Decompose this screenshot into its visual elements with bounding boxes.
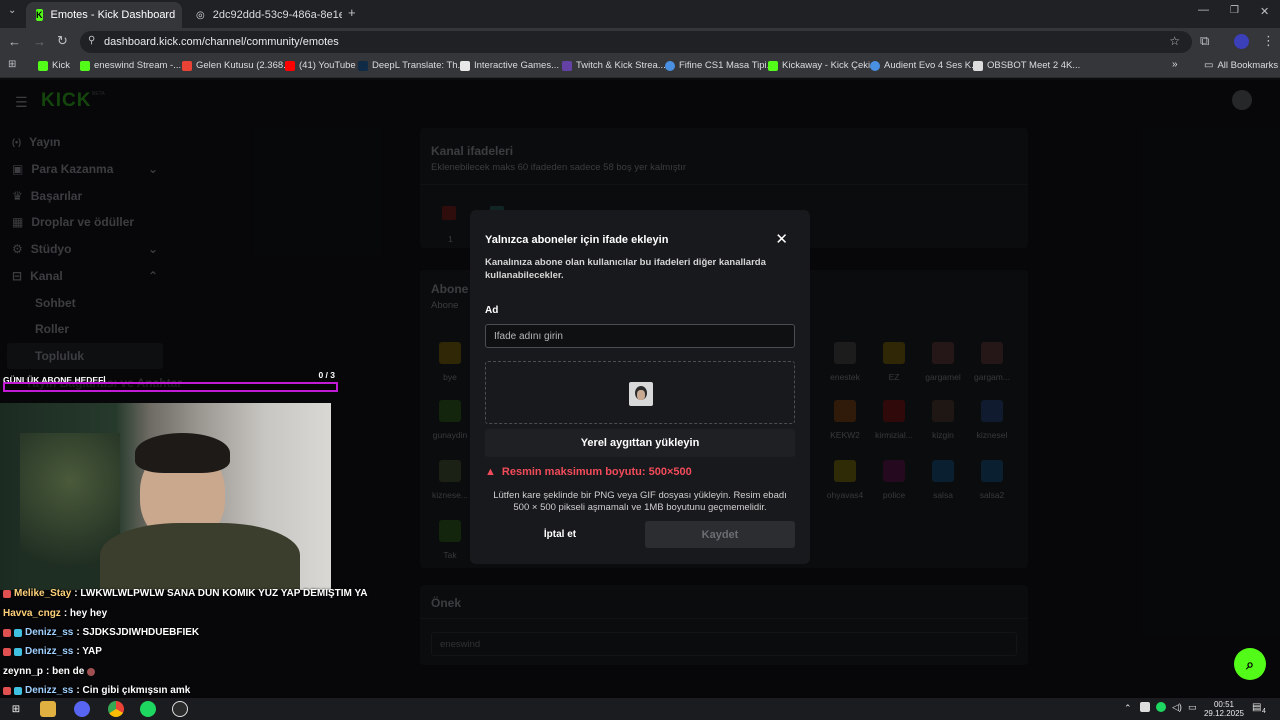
more-bookmarks-icon[interactable]: » [1172,59,1178,70]
deepl-icon [358,60,368,71]
reload-icon[interactable]: ↻ [57,33,68,49]
clock-time[interactable]: 00:51 [1206,700,1242,709]
chat-message: Havva_cngz: hey hey [3,608,108,619]
emote-preview-image [629,382,653,406]
chat-message: Melike_Stay: LWKWLWLPWLW SANA DUN KOMIK … [3,588,367,599]
gmail-icon [182,60,192,71]
tab-search-icon[interactable]: ⌄ [8,5,16,16]
warning-icon: ▲ [485,466,496,478]
kick-icon [768,60,778,71]
streamer-hoodie [100,523,300,590]
error-message: ▲ Resmin maksimum boyutu: 500×500 [485,466,692,478]
tab-title: Emotes - Kick Dashboard [50,9,176,21]
network-icon[interactable]: ▭ [1188,702,1197,713]
all-bookmarks[interactable]: ▭ All Bookmarks [1204,60,1278,71]
upload-local-button[interactable]: Yerel aygıttan yükleyin [485,429,795,457]
globe-icon: ◎ [196,9,205,21]
file-explorer-icon[interactable] [40,701,56,717]
chat-message: Denizz_ss: SJDKSJDIWHDUEBFIEK [3,627,199,638]
obsbot-icon [973,60,983,71]
new-tab-icon[interactable]: + [348,5,356,20]
webcam-feed [0,403,331,590]
support-chat-icon[interactable]: ⌕ [1234,648,1266,680]
bookmark-item[interactable]: Kick [38,60,70,71]
address-bar-row: ← → ↻ ⚲ dashboard.kick.com/channel/commu… [0,28,1280,56]
bookmark-item[interactable]: OBSBOT Meet 2 4K... [973,60,1080,71]
twitch-icon [562,60,572,71]
windows-taskbar: ⊞ ⌃ ◁) ▭ 00:51 29.12.2025 ▤ 4 [0,698,1280,720]
games-icon [460,60,470,71]
bookmark-item[interactable]: Fifine CS1 Masa Tipi... [665,60,775,71]
window-close-icon[interactable]: ✕ [1260,5,1269,18]
add-emote-modal: Yalnızca aboneler için ifade ekleyin ✕ K… [470,210,810,564]
kick-icon [38,60,48,71]
goal-progress-bar [3,382,338,392]
name-label: Ad [485,305,499,316]
windows-start-icon[interactable]: ⊞ [8,701,24,717]
modal-description: Kanalınıza abone olan kullanıcılar bu if… [485,257,766,281]
streamer-hair [135,433,230,473]
tab-uuid[interactable]: ◎ 2dc92ddd-53c9-486a-8e1e-22... ✕ [186,2,342,28]
bookmark-item[interactable]: DeepL Translate: Th... [358,60,465,71]
chrome-icon[interactable] [108,701,124,717]
save-button[interactable]: Kaydet [645,521,795,548]
tab-title: 2dc92ddd-53c9-486a-8e1e-22... [212,9,342,21]
back-icon[interactable]: ← [8,34,21,49]
bookmark-star-icon[interactable]: ☆ [1169,34,1180,48]
image-dropzone[interactable] [485,361,795,424]
notification-count: 4 [1262,708,1266,715]
cancel-button[interactable]: İptal et [485,521,635,548]
minimize-icon[interactable]: — [1198,4,1209,16]
tray-discord-icon[interactable] [1140,702,1150,712]
youtube-icon [285,60,295,71]
bookmark-item[interactable]: (41) YouTube [285,60,356,71]
spotify-icon[interactable] [140,701,156,717]
url-text: dashboard.kick.com/channel/community/emo… [104,36,339,48]
tray-spotify-icon[interactable] [1156,702,1166,712]
chat-message: Denizz_ss: Cin gibi çıkmışsın amk [3,685,190,696]
close-icon[interactable]: ✕ [775,230,788,248]
apps-grid-icon[interactable]: ⊞ [8,59,16,70]
tray-chevron-icon[interactable]: ⌃ [1124,703,1132,714]
notification-icon[interactable]: ▤ [1252,702,1261,713]
goal-count: 0 / 3 [318,370,335,380]
url-bar[interactable]: ⚲ dashboard.kick.com/channel/community/e… [80,31,1192,53]
chat-message: zeynn_p: ben de [3,666,96,677]
kick-favicon-icon: K [36,9,43,21]
check-icon [665,60,675,71]
forward-icon[interactable]: → [33,34,46,49]
menu-kebab-icon[interactable]: ⋮ [1262,33,1275,49]
bookmark-item[interactable]: Gelen Kutusu (2.368... [182,60,291,71]
bookmark-item[interactable]: Interactive Games... [460,60,559,71]
bookmarks-bar: ⊞ Kick eneswind Stream -... Gelen Kutusu… [0,56,1280,78]
chat-message: Denizz_ss: YAP [3,646,102,657]
restore-icon[interactable]: ❐ [1230,5,1239,16]
obs-icon[interactable] [172,701,188,717]
tab-emotes[interactable]: K Emotes - Kick Dashboard ✕ [26,2,182,28]
folder-icon: ▭ [1204,60,1214,71]
clock-date[interactable]: 29.12.2025 [1202,709,1246,718]
modal-title: Yalnızca aboneler için ifade ekleyin [485,234,669,246]
bookmark-item[interactable]: Twitch & Kick Strea... [562,60,666,71]
extensions-icon[interactable]: ⧉ [1200,33,1209,49]
browser-tab-bar: ⌄ K Emotes - Kick Dashboard ✕ ◎ 2dc92ddd… [0,0,1280,28]
upload-hint: Lütfen kare şeklinde bir PNG veya GIF do… [493,490,787,513]
bookmark-item[interactable]: Kickaway - Kick Çeki... [768,60,878,71]
error-text: Resmin maksimum boyutu: 500×500 [501,466,692,478]
kick-dashboard-page: ☰ KICK BETA (•) Yayın ▣ Para Kazanma ⌄ ♛ Baş… [0,80,1280,698]
bookmark-item[interactable]: eneswind Stream -... [80,60,181,71]
volume-icon[interactable]: ◁) [1172,702,1182,713]
check-icon [870,60,880,71]
emote-name-input[interactable] [485,324,795,348]
discord-icon[interactable] [74,701,90,717]
profile-avatar[interactable] [1234,34,1249,49]
kick-icon [80,60,90,71]
site-info-icon[interactable]: ⚲ [88,35,95,46]
bookmark-item[interactable]: Audient Evo 4 Ses K... [870,60,979,71]
sub-goal-widget: GÜNLÜK ABONE HEDEFİ 0 / 3 [3,370,338,392]
